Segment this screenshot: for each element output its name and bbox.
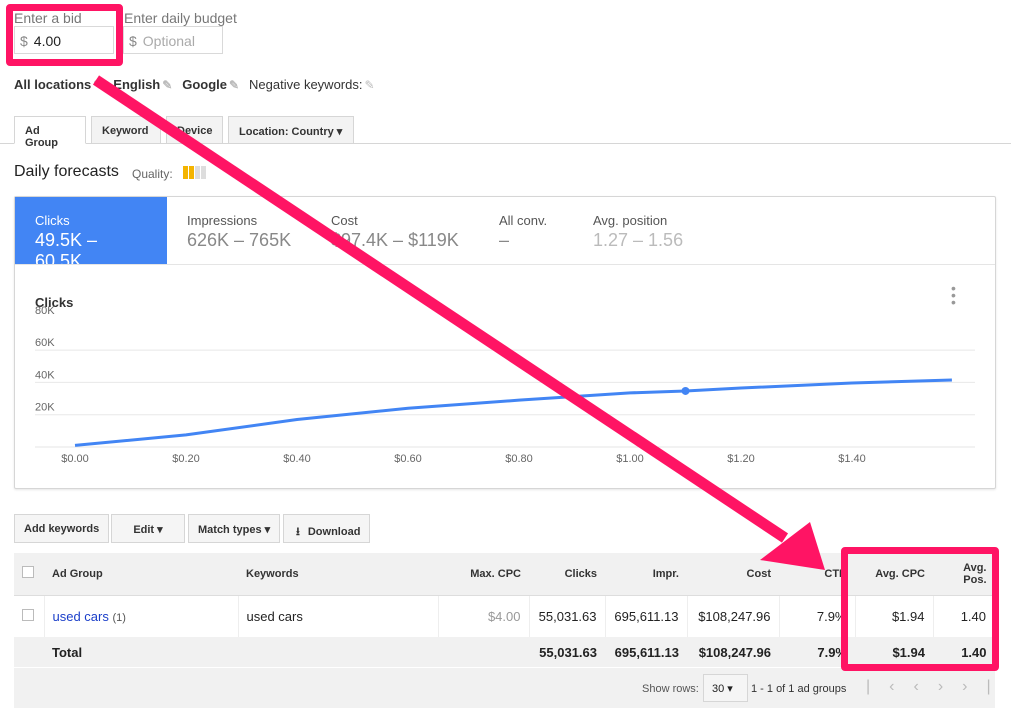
annotation-arrow bbox=[92, 75, 825, 570]
